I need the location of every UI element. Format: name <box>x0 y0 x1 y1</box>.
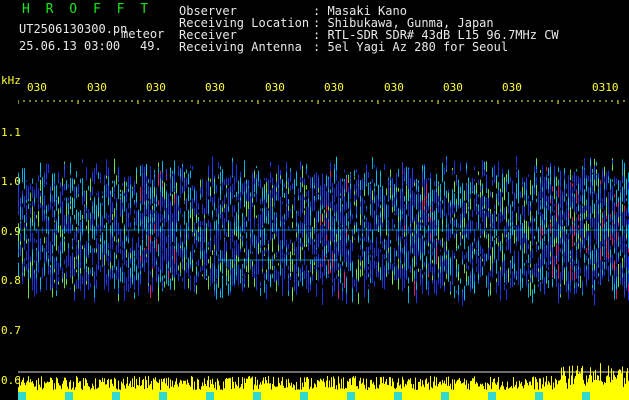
app-title: H R O F F T <box>22 2 153 17</box>
x-tick-label: 030 <box>443 81 463 94</box>
x-tick-label: 030 <box>265 81 285 94</box>
filename: UT2506130300.pn <box>19 22 128 36</box>
x-tick-label: 030 <box>324 81 344 94</box>
x-tick-label: 030 <box>146 81 166 94</box>
label-antenna: Receiving Antenna <box>179 40 302 54</box>
spectrogram-canvas <box>18 100 629 400</box>
value-antenna: : 5el Yagi Az 280 for Seoul <box>313 40 509 54</box>
x-tick-label: 030 <box>27 81 47 94</box>
datetime: 25.06.13 03:00 <box>19 39 121 53</box>
x-tick-label: 030 <box>87 81 107 94</box>
spectrogram <box>18 100 629 400</box>
x-tick-label: 030 <box>502 81 522 94</box>
meteor-count: 49. <box>140 39 162 53</box>
x-tick-label: 0310 <box>592 81 619 94</box>
x-tick-label: 030 <box>384 81 404 94</box>
x-tick-label: 030 <box>205 81 225 94</box>
y-axis-unit: kHz <box>1 74 21 87</box>
